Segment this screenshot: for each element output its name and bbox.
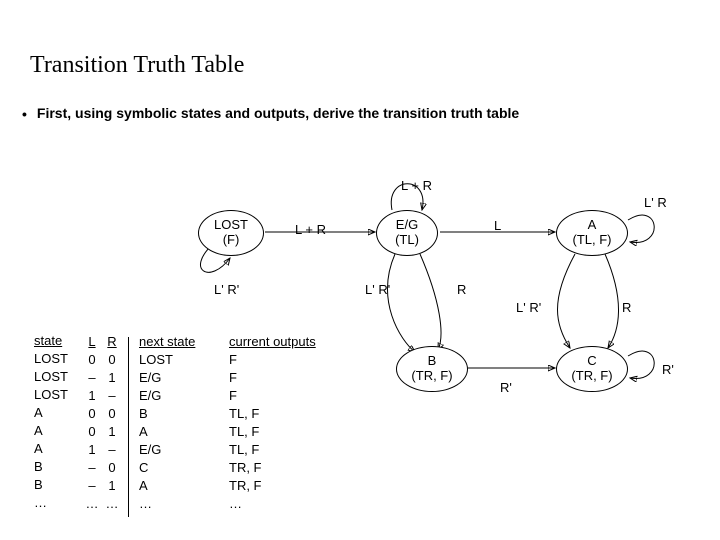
cell-next: E/G: [139, 442, 229, 460]
cell-state: B: [34, 478, 82, 496]
cell-state: LOST: [34, 388, 82, 406]
cell-out: F: [229, 388, 349, 406]
truth-table: state LOSTLOSTLOSTAAABB… L 0–1001––… R 0…: [34, 334, 349, 517]
cell-r: –: [102, 442, 122, 460]
cell-l: –: [82, 478, 102, 496]
cell-next: …: [139, 496, 229, 514]
cell-state: B: [34, 460, 82, 478]
cell-out: TL, F: [229, 406, 349, 424]
cell-r: 0: [102, 460, 122, 478]
cell-next: A: [139, 424, 229, 442]
cell-l: 0: [82, 352, 102, 370]
cell-out: TL, F: [229, 442, 349, 460]
cell-state: A: [34, 424, 82, 442]
hdr-l: L: [82, 334, 102, 352]
cell-r: 1: [102, 370, 122, 388]
cell-r: 1: [102, 478, 122, 496]
cell-l: 1: [82, 388, 102, 406]
cell-out: F: [229, 370, 349, 388]
cell-l: –: [82, 370, 102, 388]
col-state: state LOSTLOSTLOSTAAABB…: [34, 334, 82, 517]
cell-r: 0: [102, 406, 122, 424]
cell-state: A: [34, 442, 82, 460]
cell-next: C: [139, 460, 229, 478]
cell-next: LOST: [139, 352, 229, 370]
cell-l: 0: [82, 424, 102, 442]
cell-next: B: [139, 406, 229, 424]
cell-state: …: [34, 496, 82, 514]
cell-l: –: [82, 460, 102, 478]
col-r: R 01–01–01…: [102, 334, 122, 517]
cell-out: TR, F: [229, 478, 349, 496]
cell-l: 0: [82, 406, 102, 424]
col-next: next state LOSTE/GE/GBAE/GCA…: [139, 334, 229, 517]
hdr-next: next state: [139, 334, 229, 352]
cell-out: TR, F: [229, 460, 349, 478]
cell-out: …: [229, 496, 349, 514]
cell-l: 1: [82, 442, 102, 460]
cell-r: …: [102, 496, 122, 514]
cell-out: F: [229, 352, 349, 370]
cell-state: LOST: [34, 352, 82, 370]
hdr-r: R: [102, 334, 122, 352]
cell-next: E/G: [139, 388, 229, 406]
cell-next: A: [139, 478, 229, 496]
cell-out: TL, F: [229, 424, 349, 442]
cell-r: 0: [102, 352, 122, 370]
cell-state: A: [34, 406, 82, 424]
col-out: current outputs FFFTL, FTL, FTL, FTR, FT…: [229, 334, 349, 517]
hdr-state: state: [34, 334, 82, 352]
cell-l: …: [82, 496, 102, 514]
col-l: L 0–1001––…: [82, 334, 102, 517]
cell-next: E/G: [139, 370, 229, 388]
cell-r: 1: [102, 424, 122, 442]
cell-r: –: [102, 388, 122, 406]
col-separator: [128, 337, 129, 517]
cell-state: LOST: [34, 370, 82, 388]
hdr-out: current outputs: [229, 334, 349, 352]
